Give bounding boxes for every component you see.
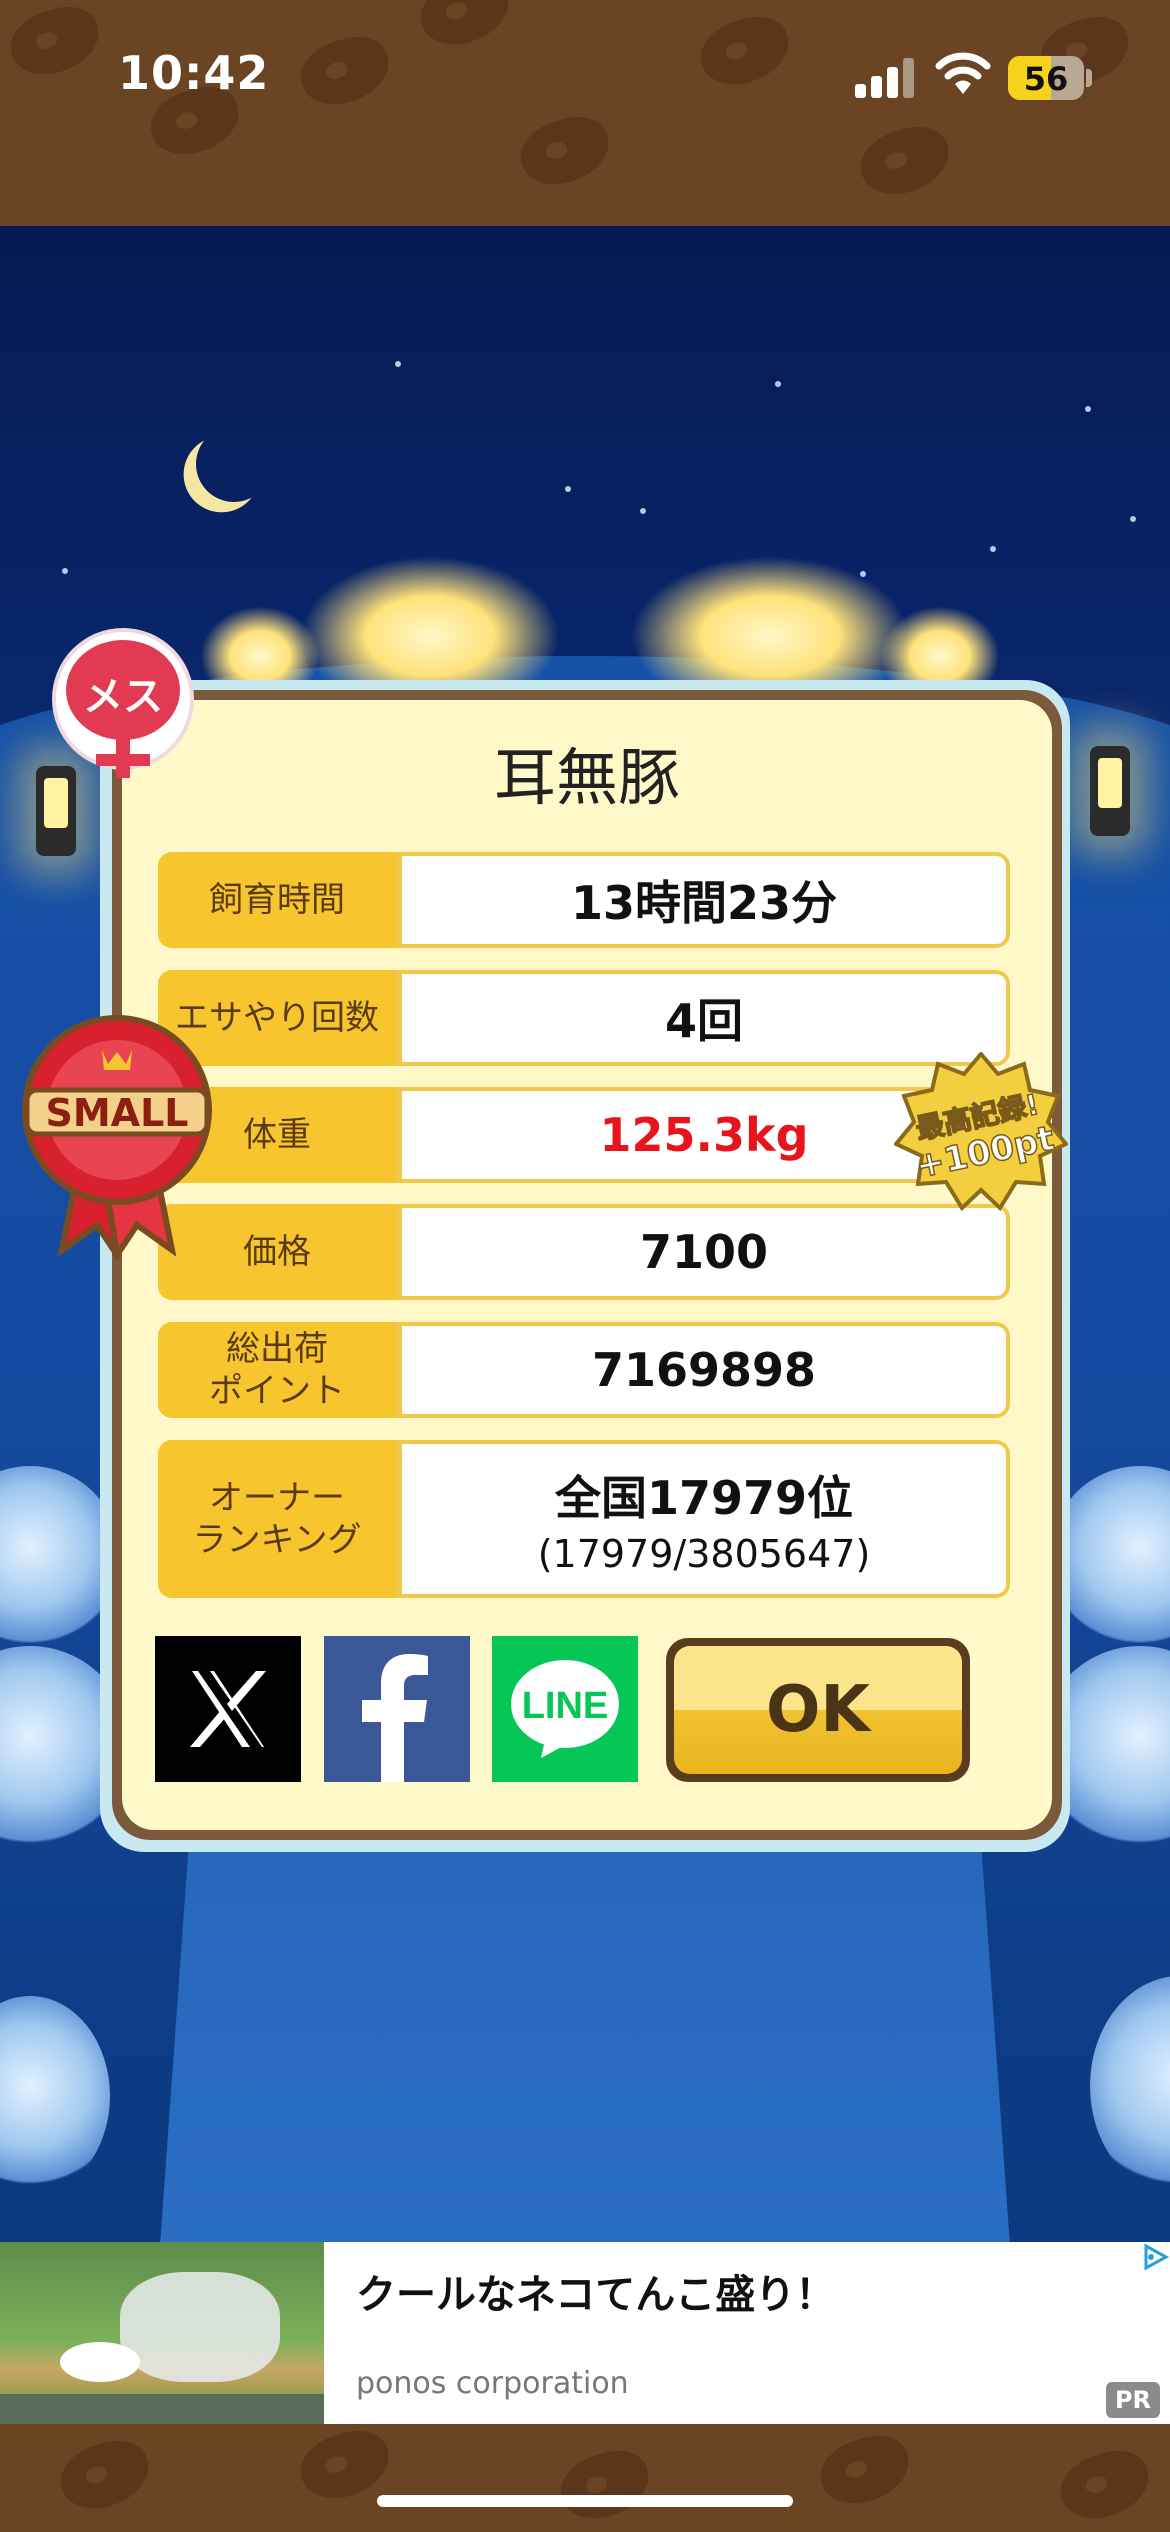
top-pattern-band — [0, 0, 1170, 226]
ad-thumbnail-image[interactable] — [0, 2242, 324, 2424]
stat-label: オーナー ランキング — [158, 1440, 396, 1598]
ad-pr-label: PR — [1106, 2382, 1160, 2418]
gender-label: メス — [83, 674, 163, 720]
stat-value: 4回 — [402, 974, 1006, 1062]
stat-value: 13時間23分 — [402, 856, 1006, 944]
facebook-logo-icon — [362, 1654, 428, 1782]
stat-label: 飼育時間 — [158, 852, 396, 948]
cellular-signal-icon — [855, 58, 915, 98]
ad-title[interactable]: クールなネコてんこ盛り！ — [356, 2262, 835, 2320]
share-line-button[interactable]: LINE — [492, 1636, 638, 1782]
line-logo-icon: LINE — [511, 1660, 619, 1758]
x-logo-icon — [190, 1671, 266, 1747]
wifi-icon — [935, 52, 991, 94]
stat-row-total-points: 総出荷 ポイント 7169898 — [158, 1322, 1010, 1418]
stat-row-weight: 体重 125.3kg — [158, 1087, 1010, 1183]
dialog-title: 耳無豚 — [493, 741, 680, 814]
moon-icon — [190, 420, 278, 508]
stat-value: 7100 — [402, 1208, 1006, 1296]
ok-button[interactable]: OK — [666, 1638, 970, 1782]
share-x-button[interactable] — [155, 1636, 301, 1782]
stat-row-owner-ranking: オーナー ランキング 全国17979位 (17979/3805647) — [158, 1440, 1010, 1598]
stat-row-raising-time: 飼育時間 13時間23分 — [158, 852, 1010, 948]
ranking-value: 全国17979位 — [554, 1471, 854, 1525]
stat-row-price: 価格 7100 — [158, 1204, 1010, 1300]
stat-value-group: 全国17979位 (17979/3805647) — [402, 1444, 1006, 1594]
size-label: SMALL — [45, 1091, 188, 1135]
battery-icon: 56 — [1008, 56, 1084, 100]
battery-level: 56 — [1023, 60, 1069, 98]
bottom-pattern-band — [0, 2424, 1170, 2532]
battery-tip — [1086, 69, 1092, 87]
status-time: 10:42 — [118, 46, 270, 100]
home-indicator[interactable] — [377, 2495, 793, 2507]
high-record-badge-icon: 最高記録! +100pt — [894, 1052, 1068, 1212]
female-gender-badge: メス — [56, 632, 190, 778]
stat-label: 総出荷 ポイント — [158, 1322, 396, 1418]
ad-choices-icon[interactable] — [1140, 2242, 1170, 2272]
line-logo-text: LINE — [522, 1685, 609, 1727]
share-facebook-button[interactable] — [324, 1636, 470, 1782]
ok-button-label: OK — [674, 1646, 962, 1774]
stat-value: 7169898 — [402, 1326, 1006, 1414]
ranking-detail: (17979/3805647) — [537, 1532, 871, 1576]
ad-advertiser: ponos corporation — [356, 2366, 629, 2401]
small-size-ribbon-icon: SMALL — [22, 1015, 212, 1260]
stat-row-feed-count: エサやり回数 4回 — [158, 970, 1010, 1066]
